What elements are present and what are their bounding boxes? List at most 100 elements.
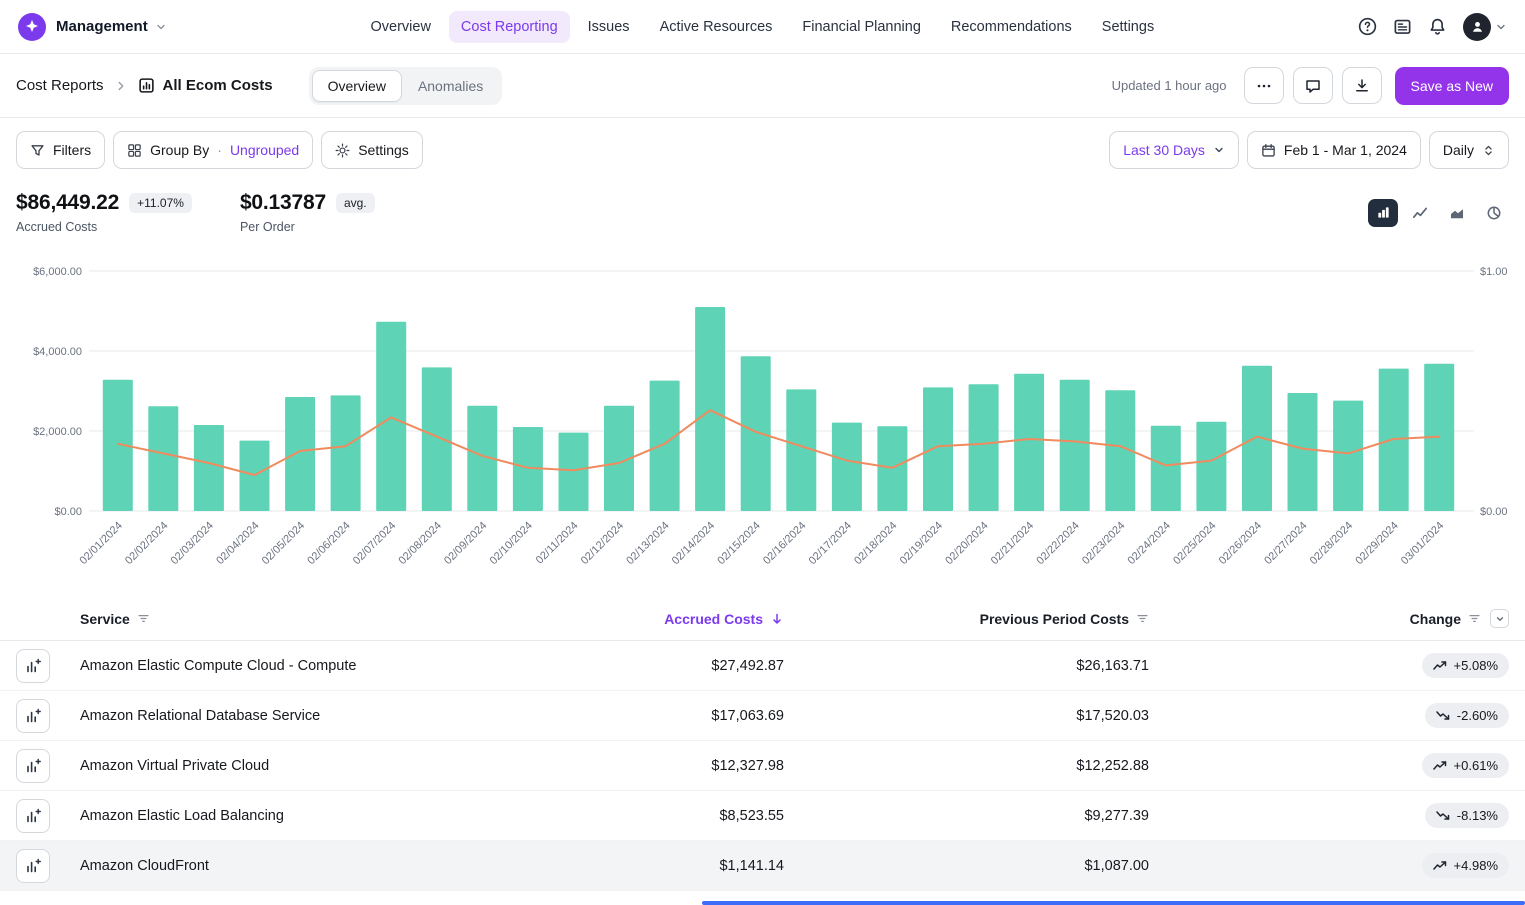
svg-text:02/16/2024: 02/16/2024 bbox=[761, 520, 808, 567]
column-service[interactable]: Service bbox=[80, 611, 444, 627]
service-name: Amazon Relational Database Service bbox=[80, 708, 444, 724]
notifications-button[interactable] bbox=[1428, 17, 1447, 36]
nav-financial-planning[interactable]: Financial Planning bbox=[790, 11, 933, 43]
svg-text:02/24/2024: 02/24/2024 bbox=[1126, 520, 1173, 567]
bar-chart-icon bbox=[1376, 205, 1391, 220]
add-to-chart-button[interactable] bbox=[16, 749, 50, 783]
svg-text:02/08/2024: 02/08/2024 bbox=[397, 520, 444, 567]
area-chart-icon bbox=[1449, 205, 1465, 221]
help-button[interactable] bbox=[1358, 17, 1377, 36]
add-to-chart-button[interactable] bbox=[16, 849, 50, 883]
per-order-avg-badge: avg. bbox=[336, 193, 375, 213]
table-row[interactable]: Amazon Virtual Private Cloud$12,327.98$1… bbox=[0, 741, 1525, 791]
cost-chart[interactable]: $0.00$2,000.00$4,000.00$6,000.00$0.00$1.… bbox=[0, 250, 1525, 597]
svg-text:02/04/2024: 02/04/2024 bbox=[214, 520, 261, 567]
table-row[interactable]: Amazon Relational Database Service$17,06… bbox=[0, 691, 1525, 741]
nav-utilities bbox=[1358, 13, 1507, 41]
column-filter-icon[interactable] bbox=[137, 612, 150, 625]
svg-text:02/14/2024: 02/14/2024 bbox=[670, 520, 717, 567]
nav-active-resources[interactable]: Active Resources bbox=[648, 11, 785, 43]
report-icon bbox=[138, 77, 155, 94]
workspace-switcher[interactable]: Management bbox=[56, 18, 167, 35]
more-options-button[interactable] bbox=[1244, 67, 1284, 104]
date-controls: Last 30 Days Feb 1 - Mar 1, 2024 Daily bbox=[1109, 131, 1509, 169]
filters-button[interactable]: Filters bbox=[16, 131, 105, 169]
summary-stats: $86,449.22 +11.07% Accrued Costs $0.1378… bbox=[0, 177, 1525, 234]
column-filter-icon[interactable] bbox=[1468, 612, 1481, 625]
separator-dot: · bbox=[217, 142, 222, 158]
top-nav: Management Overview Cost Reporting Issue… bbox=[0, 0, 1525, 54]
change-value: +5.08% bbox=[1454, 658, 1498, 673]
last-updated: Updated 1 hour ago bbox=[1112, 78, 1227, 93]
download-button[interactable] bbox=[1342, 67, 1382, 104]
row-actions bbox=[16, 749, 80, 783]
column-change[interactable]: Change bbox=[1149, 609, 1509, 628]
svg-text:02/17/2024: 02/17/2024 bbox=[807, 520, 854, 567]
settings-button[interactable]: Settings bbox=[321, 131, 423, 169]
svg-text:$6,000.00: $6,000.00 bbox=[33, 266, 82, 278]
nav-recommendations[interactable]: Recommendations bbox=[939, 11, 1084, 43]
tab-anomalies[interactable]: Anomalies bbox=[402, 70, 499, 102]
svg-text:02/12/2024: 02/12/2024 bbox=[579, 520, 626, 567]
comments-button[interactable] bbox=[1293, 67, 1333, 104]
nav-issues[interactable]: Issues bbox=[576, 11, 642, 43]
report-toolbar: Filters Group By · Ungrouped Settings La… bbox=[0, 118, 1525, 177]
accrued-cost-value: $27,492.87 bbox=[444, 658, 784, 674]
account-menu[interactable] bbox=[1463, 13, 1507, 41]
column-options-button[interactable] bbox=[1490, 609, 1509, 628]
change-badge: -8.13% bbox=[1425, 803, 1509, 828]
table-row[interactable]: Amazon CloudFront$1,141.14$1,087.00+4.98… bbox=[0, 841, 1525, 891]
svg-text:02/09/2024: 02/09/2024 bbox=[442, 520, 489, 567]
granularity-selector[interactable]: Daily bbox=[1429, 131, 1509, 169]
change-cell: +5.08% bbox=[1149, 653, 1509, 678]
report-actions: Updated 1 hour ago Save as New bbox=[1112, 67, 1509, 105]
sort-desc-icon bbox=[770, 612, 784, 626]
chart-type-switcher bbox=[1368, 199, 1509, 227]
chart-type-pie-button[interactable] bbox=[1479, 199, 1509, 227]
chart-type-line-button[interactable] bbox=[1405, 199, 1435, 227]
app-logo[interactable] bbox=[18, 13, 46, 41]
download-icon bbox=[1354, 78, 1370, 94]
column-accrued-costs[interactable]: Accrued Costs bbox=[444, 611, 784, 627]
per-order-label: Per Order bbox=[240, 220, 375, 234]
chart-type-bar-button[interactable] bbox=[1368, 199, 1398, 227]
chevron-right-icon bbox=[114, 79, 128, 93]
date-preset-dropdown[interactable]: Last 30 Days bbox=[1109, 131, 1239, 169]
calendar-icon bbox=[1261, 143, 1276, 158]
date-range-picker[interactable]: Feb 1 - Mar 1, 2024 bbox=[1247, 131, 1421, 169]
svg-text:$1.00: $1.00 bbox=[1480, 266, 1508, 278]
bell-icon bbox=[1428, 17, 1447, 36]
chevron-down-icon bbox=[155, 21, 167, 33]
changelog-button[interactable] bbox=[1393, 17, 1412, 36]
trend-down-icon bbox=[1436, 710, 1450, 721]
trend-up-icon bbox=[1433, 860, 1447, 871]
svg-text:02/06/2024: 02/06/2024 bbox=[305, 520, 352, 567]
column-filter-icon[interactable] bbox=[1136, 612, 1149, 625]
nav-cost-reporting[interactable]: Cost Reporting bbox=[449, 11, 570, 43]
add-to-chart-icon bbox=[25, 758, 41, 774]
add-to-chart-button[interactable] bbox=[16, 649, 50, 683]
horizontal-scrollbar[interactable] bbox=[702, 901, 1525, 905]
table-row[interactable]: Amazon Elastic Compute Cloud - Compute$2… bbox=[0, 641, 1525, 691]
add-to-chart-icon bbox=[25, 708, 41, 724]
svg-text:03/01/2024: 03/01/2024 bbox=[1399, 520, 1446, 567]
nav-overview[interactable]: Overview bbox=[358, 11, 442, 43]
add-to-chart-button[interactable] bbox=[16, 699, 50, 733]
add-to-chart-button[interactable] bbox=[16, 799, 50, 833]
chart-type-area-button[interactable] bbox=[1442, 199, 1472, 227]
stat-accrued-costs: $86,449.22 +11.07% Accrued Costs bbox=[16, 191, 192, 234]
trend-down-icon bbox=[1436, 810, 1450, 821]
group-by-button[interactable]: Group By · Ungrouped bbox=[113, 131, 313, 169]
breadcrumb-root[interactable]: Cost Reports bbox=[16, 77, 104, 94]
report-title: All Ecom Costs bbox=[138, 77, 273, 94]
tab-overview[interactable]: Overview bbox=[312, 70, 402, 102]
column-previous-period-costs[interactable]: Previous Period Costs bbox=[784, 611, 1149, 627]
table-row[interactable]: Amazon Elastic Load Balancing$8,523.55$9… bbox=[0, 791, 1525, 841]
svg-text:02/10/2024: 02/10/2024 bbox=[488, 520, 535, 567]
nav-settings[interactable]: Settings bbox=[1090, 11, 1166, 43]
filter-funnel-icon bbox=[30, 143, 45, 158]
service-name: Amazon CloudFront bbox=[80, 858, 444, 874]
save-as-new-button[interactable]: Save as New bbox=[1395, 67, 1509, 105]
line-chart-icon bbox=[1412, 205, 1428, 221]
granularity-value: Daily bbox=[1443, 142, 1474, 158]
